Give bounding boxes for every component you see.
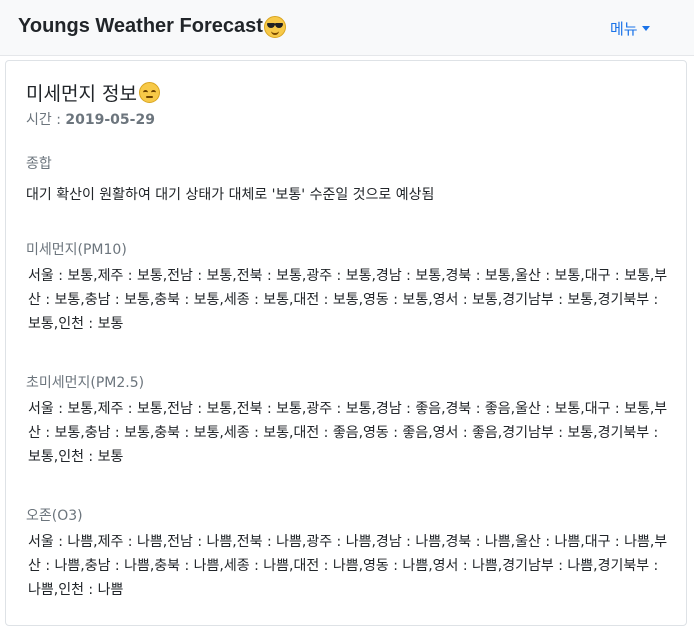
navbar: Youngs Weather Forecast 메뉴: [0, 0, 694, 56]
menu-dropdown-button[interactable]: 메뉴: [610, 18, 650, 39]
card-title-text: 미세먼지 정보: [26, 83, 137, 105]
pm10-region-list: 서울 : 보통,제주 : 보통,전남 : 보통,전북 : 보통,광주 : 보통,…: [28, 268, 668, 332]
brand-link[interactable]: Youngs Weather Forecast: [18, 15, 286, 38]
caret-down-icon: [641, 26, 650, 31]
pm25-label: 초미세먼지(PM2.5): [26, 375, 145, 391]
summary-label: 종합: [26, 156, 52, 172]
card-title: 미세먼지 정보: [26, 79, 160, 106]
date-line: 시간 : 2019-05-29: [26, 109, 155, 129]
o3-label: 오존(O3): [26, 508, 83, 524]
summary-text: 대기 확산이 원활하여 대기 상태가 대체로 '보통' 수준일 것으로 예상됨: [26, 187, 435, 203]
pm10-label: 미세먼지(PM10): [26, 242, 127, 258]
o3-region-list: 서울 : 나쁨,제주 : 나쁨,전남 : 나쁨,전북 : 나쁨,광주 : 나쁨,…: [28, 534, 668, 598]
date-label: 시간 :: [26, 112, 66, 128]
dust-info-card: 미세먼지 정보 시간 : 2019-05-29 종합 대기 확산이 원활하여 대…: [5, 60, 687, 626]
sunglasses-emoji-icon: [263, 15, 286, 38]
menu-label: 메뉴: [610, 20, 638, 38]
date-value: 2019-05-29: [65, 112, 155, 128]
pm25-region-list: 서울 : 보통,제주 : 보통,전남 : 보통,전북 : 보통,광주 : 보통,…: [28, 401, 668, 465]
relieved-face-emoji-icon: [138, 82, 160, 103]
brand-title: Youngs Weather Forecast: [18, 15, 263, 37]
